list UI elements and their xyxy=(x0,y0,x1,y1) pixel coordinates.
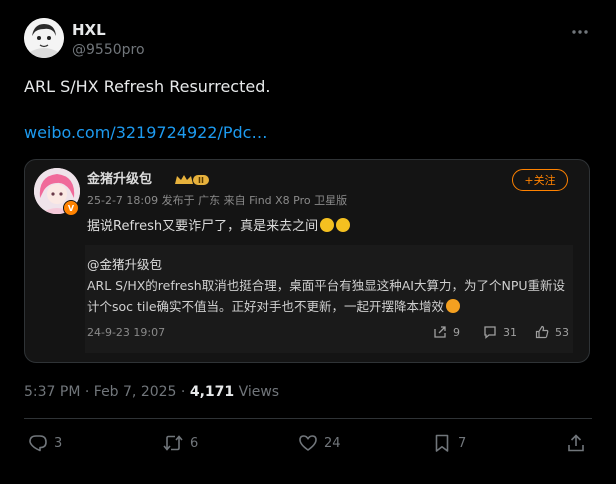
quoted-like-count: 53 xyxy=(555,325,569,339)
quoted-repost[interactable]: 9 xyxy=(433,325,460,339)
tweet-link[interactable]: weibo.com/3219724922/Pdc… xyxy=(24,122,267,144)
author-avatar[interactable] xyxy=(24,18,64,58)
bookmark-icon xyxy=(435,434,449,452)
quoted-comment[interactable]: 31 xyxy=(483,325,517,339)
tweet-text: ARL S/HX Refresh Resurrected. xyxy=(24,77,271,96)
quoted-mention: @金猪升级包 xyxy=(87,257,163,272)
views-count: 4,171 xyxy=(189,384,235,400)
time-separator: · xyxy=(176,384,190,400)
quoted-post-text: @金猪升级包 ARL S/HX的refresh取消也挺合理，桌面平台有独显这种A… xyxy=(87,254,565,317)
repost-icon xyxy=(434,326,446,338)
quoted-line-2: 计个soc tile确实不值当。正好对手也不更新，一起开摆降本增效 xyxy=(87,296,565,317)
tweet-date[interactable]: Feb 7, 2025 xyxy=(94,384,177,400)
comment-icon xyxy=(484,326,496,339)
divider xyxy=(24,418,592,419)
quoted-line-1: ARL S/HX的refresh取消也挺合理，桌面平台有独显这种AI大算力，为了… xyxy=(87,278,566,293)
card-author-name: 金猪升级包 xyxy=(87,172,153,187)
quoted-comment-count: 31 xyxy=(503,325,517,339)
tweet: HXL @9550pro ARL S/HX Refresh Resurrecte… xyxy=(0,0,616,484)
reply-count: 3 xyxy=(54,435,63,451)
author-handle[interactable]: @9550pro xyxy=(72,40,145,60)
tweet-timestamp: 5:37 PM · Feb 7, 2025 · 4,171 Views xyxy=(24,382,279,402)
bookmark-count: 7 xyxy=(458,435,467,451)
flushed-emoji-icon xyxy=(336,218,351,232)
quoted-date: 24-9-23 19:07 xyxy=(87,326,166,339)
flushed-emoji-icon xyxy=(320,218,335,232)
retweet-count: 6 xyxy=(190,435,199,451)
views-label: Views xyxy=(234,384,280,400)
rank-badge: II xyxy=(173,173,211,187)
svg-text:II: II xyxy=(198,176,204,185)
smirk-emoji-icon xyxy=(446,299,461,313)
retweet-icon xyxy=(163,435,183,451)
bookmark-button[interactable]: 7 xyxy=(432,432,466,454)
quoted-repost-count: 9 xyxy=(453,325,460,339)
author-name[interactable]: HXL xyxy=(72,20,106,40)
tweet-time[interactable]: 5:37 PM xyxy=(24,384,80,400)
share-icon xyxy=(568,434,584,452)
more-icon[interactable] xyxy=(566,20,594,44)
retweet-button[interactable]: 6 xyxy=(162,432,198,454)
card-body-label: 据说Refresh又要诈尸了，真是来去之间 xyxy=(87,219,319,234)
card-meta: 25-2-7 18:09 发布于 广东 来自 Find X8 Pro 卫星版 xyxy=(87,194,348,207)
like-icon xyxy=(535,325,549,339)
reply-button[interactable]: 3 xyxy=(28,432,62,454)
heart-icon xyxy=(299,435,317,451)
reply-icon xyxy=(29,435,47,452)
follow-button[interactable]: +关注 xyxy=(512,169,568,191)
share-button[interactable] xyxy=(566,432,586,454)
like-count: 24 xyxy=(324,435,341,451)
weibo-screenshot-card[interactable]: V 金猪升级包 II 25-2-7 18:09 发布于 广东 来自 Find X… xyxy=(24,159,590,363)
verified-icon: V xyxy=(63,200,79,216)
like-button[interactable]: 24 xyxy=(298,432,341,454)
quoted-like[interactable]: 53 xyxy=(535,325,569,339)
time-separator: · xyxy=(80,384,94,400)
card-body-text: 据说Refresh又要诈尸了，真是来去之间 xyxy=(87,218,351,236)
